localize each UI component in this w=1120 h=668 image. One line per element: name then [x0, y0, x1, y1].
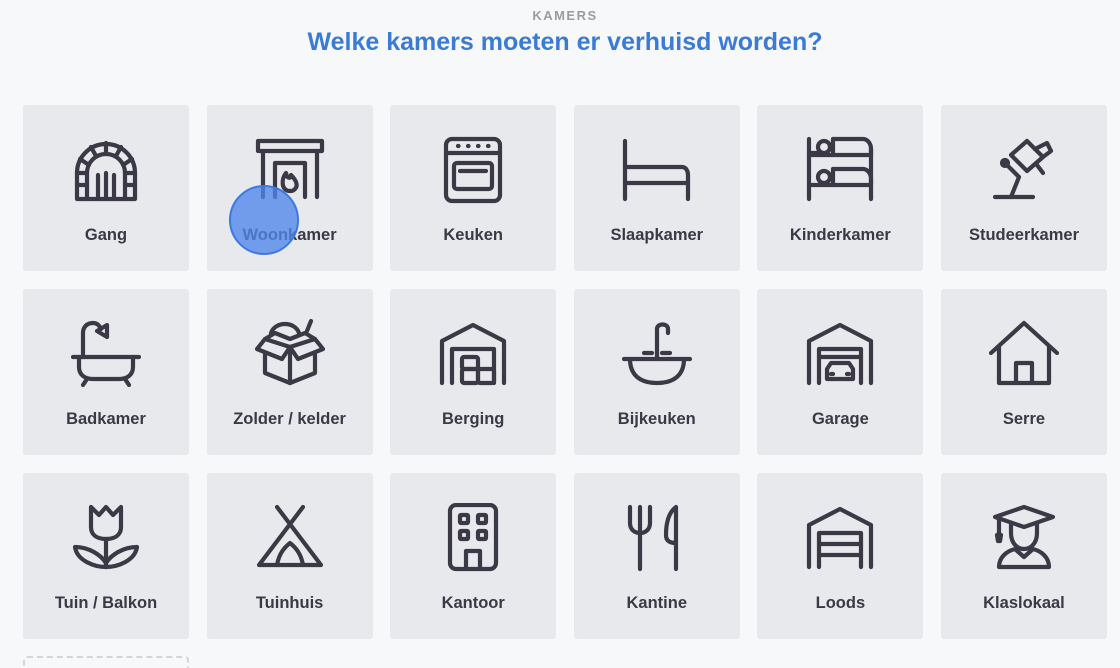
room-label: Garage: [811, 410, 869, 428]
room-label: Bijkeuken: [617, 410, 696, 428]
room-tile-tuinhuis[interactable]: Tuinhuis: [206, 473, 373, 639]
room-label: Woonkamer: [242, 226, 337, 244]
room-tile-slaapkamer[interactable]: Slaapkamer: [573, 105, 740, 271]
room-tile-garage[interactable]: Garage: [757, 289, 924, 455]
room-tile-kantine[interactable]: Kantine: [573, 473, 740, 639]
room-tile-klaslokaal[interactable]: Klaslokaal: [940, 473, 1107, 639]
room-label: Studeerkamer: [968, 226, 1079, 244]
room-label: Slaapkamer: [610, 226, 704, 244]
room-tile-keuken[interactable]: Keuken: [390, 105, 557, 271]
add-room-tile[interactable]: [23, 656, 189, 668]
room-tile-bijkeuken[interactable]: Bijkeuken: [573, 289, 740, 455]
garage-car-icon: [805, 319, 875, 389]
tulip-icon: [71, 503, 141, 573]
room-selection-page: KAMERS Welke kamers moeten er verhuisd w…: [0, 0, 1120, 668]
room-tile-berging[interactable]: Berging: [390, 289, 557, 455]
room-label: Kantine: [626, 594, 688, 612]
room-label: Loods: [815, 594, 866, 612]
room-tile-kantoor[interactable]: Kantoor: [390, 473, 557, 639]
room-tile-woonkamer[interactable]: Woonkamer: [206, 105, 373, 271]
room-tile-zolder-kelder[interactable]: Zolder / kelder: [206, 289, 373, 455]
oven-icon: [438, 135, 508, 205]
room-tile-studeerkamer[interactable]: Studeerkamer: [940, 105, 1107, 271]
room-tile-tuin-balkon[interactable]: Tuin / Balkon: [23, 473, 189, 639]
tent-icon: [255, 503, 325, 573]
open-box-icon: [254, 318, 325, 389]
bathtub-icon: [70, 319, 142, 389]
bed-icon: [622, 135, 692, 205]
graduate-icon: [989, 503, 1059, 573]
room-tile-kinderkamer[interactable]: Kinderkamer: [757, 105, 924, 271]
room-label: Badkamer: [66, 410, 146, 428]
section-eyebrow: KAMERS: [532, 8, 598, 23]
room-tile-badkamer[interactable]: Badkamer: [23, 289, 189, 455]
room-label: Kinderkamer: [789, 226, 891, 244]
room-label: Tuinhuis: [255, 594, 324, 612]
sink-icon: [621, 319, 692, 389]
house-icon: [988, 319, 1060, 389]
fork-knife-icon: [622, 503, 692, 573]
room-tile-serre[interactable]: Serre: [940, 289, 1107, 455]
bunk-bed-icon: [805, 135, 875, 205]
room-label: Tuin / Balkon: [54, 594, 158, 612]
office-building-icon: [438, 502, 508, 573]
room-tile-gang[interactable]: Gang: [23, 105, 189, 271]
room-label: Zolder / kelder: [233, 410, 346, 428]
room-label: Kantoor: [441, 594, 505, 612]
storage-shed-icon: [438, 319, 508, 389]
warehouse-icon: [805, 503, 875, 573]
room-label: Berging: [442, 410, 505, 428]
page-title: Welke kamers moeten er verhuisd worden?: [307, 28, 823, 56]
room-label: Gang: [84, 226, 128, 244]
fireplace-icon: [255, 135, 325, 205]
room-grid: Gang Woonkamer Keuken Slaapkamer Kinderk…: [23, 105, 1107, 639]
desk-lamp-icon: [989, 135, 1059, 205]
room-tile-loods[interactable]: Loods: [757, 473, 924, 639]
archway-icon: [71, 135, 141, 205]
room-label: Serre: [1002, 410, 1046, 428]
room-label: Keuken: [443, 226, 503, 244]
room-label: Klaslokaal: [983, 594, 1065, 612]
